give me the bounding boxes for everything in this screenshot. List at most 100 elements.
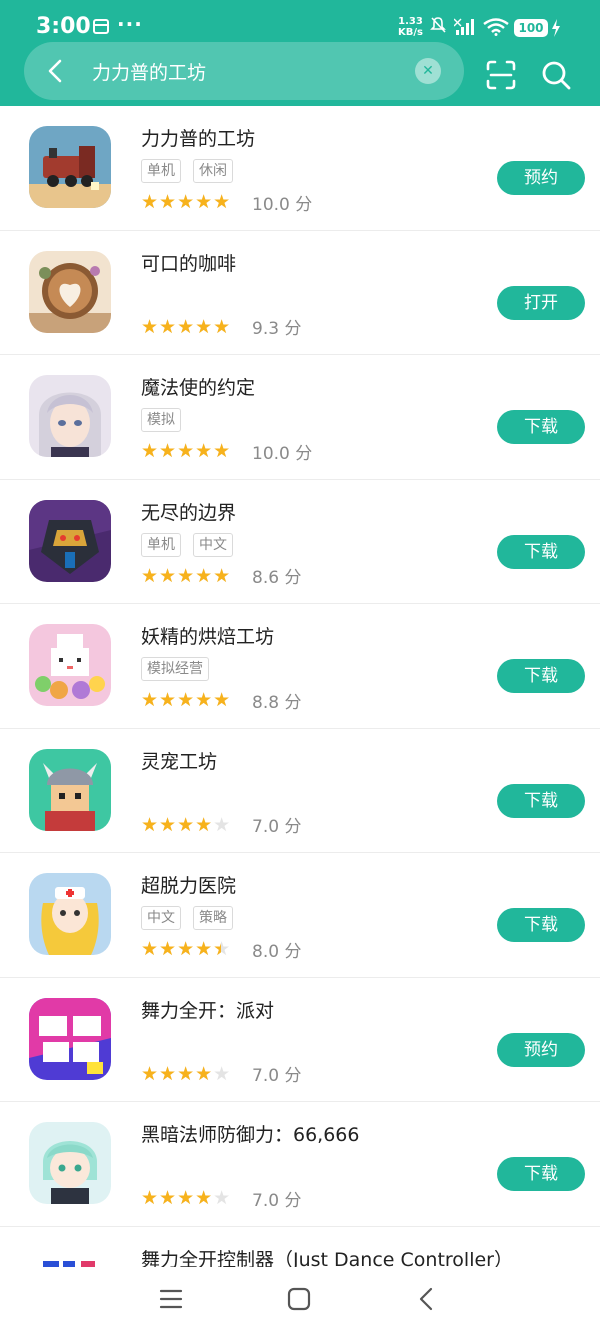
search-results-list: 力力普的工坊 单机 休闲 ★★★★★ ★★★★★ 10.0 分预约 可口的咖啡 ★★★★★ ★★… [0, 106, 600, 1267]
search-result-item[interactable]: 魔法使的约定 模拟 ★★★★★ ★★★★★ 10.0 分 下载 [0, 355, 600, 480]
app-name[interactable]: 舞力全开：派对 [141, 996, 274, 1023]
star-rating-filled: ★★★★★ [141, 814, 211, 835]
search-result-item[interactable]: 妖精的烘焙工坊 模拟经营 ★★★★★ ★★★★★ 8.8 分 下载 [0, 604, 600, 729]
category-tag: 策略 [193, 906, 233, 930]
app-name[interactable]: 力力普的工坊 [141, 124, 255, 151]
horned-helmet-warrior-game-icon[interactable] [29, 748, 111, 831]
app-name[interactable]: 舞力全开控制器（Just Dance Controller） [141, 1245, 513, 1268]
search-result-item[interactable]: 舞力全开：派对 ★★★★★★★★★★ 7.0 分 预约 [0, 978, 600, 1102]
tag-list: 单机 中文 [141, 532, 233, 557]
rating-score: 8.6 分 [252, 568, 302, 588]
star-rating-filled: ★★★★★ [141, 1188, 211, 1208]
star-rating: ★★★★★★★★★★ [141, 566, 241, 586]
network-speed-value: 1.33 [398, 16, 423, 27]
nurse-character-game-icon[interactable] [29, 873, 111, 955]
armored-robot-game-icon[interactable] [29, 499, 111, 582]
action-button[interactable]: 预约 [497, 1032, 585, 1067]
action-button[interactable]: 下载 [497, 410, 585, 444]
more-notifications-icon: ··· [117, 12, 143, 36]
rating-score: 10.0 分 [252, 194, 313, 215]
search-result-item[interactable]: 灵宠工坊 ★★★★★★★★★★ 7.0 分 下载 [0, 729, 600, 853]
search-result-item[interactable]: 舞力全开控制器（Just Dance Controller） [0, 1227, 600, 1268]
star-rating-filled: ★★★★★ [141, 441, 232, 461]
rating: ★★★★★★★★★★ 7.0 分 [141, 1063, 301, 1087]
rating: ★★★★★★★★★★ 7.0 分 [141, 814, 302, 838]
action-button[interactable]: 下载 [497, 783, 585, 818]
app-name[interactable]: 黑暗法师防御力：66,666 [141, 1120, 359, 1147]
star-rating: ★★★★★★★★★★ [141, 815, 241, 835]
notification-muted-icon [430, 17, 446, 33]
wifi-icon [483, 18, 509, 36]
search-bar: ✕ [24, 42, 464, 100]
category-tag: 中文 [141, 906, 181, 930]
calendar-notification-icon [93, 19, 109, 34]
action-button[interactable]: 下载 [497, 534, 585, 569]
latte-art-coffee-game-icon[interactable] [29, 250, 111, 333]
back-arrow-icon[interactable] [44, 58, 68, 84]
rating: ★★★★★★★★★★ 7.0 分 [141, 1187, 301, 1211]
app-name[interactable]: 妖精的烘焙工坊 [141, 622, 274, 649]
search-result-item[interactable]: 力力普的工坊 单机 休闲 ★★★★★ ★★★★★ 10.0 分 预约 [0, 106, 600, 231]
pixel-baker-cat-game-icon[interactable] [29, 624, 111, 706]
star-rating: ★★★★★★★★★★ [141, 939, 241, 959]
tag-list: 模拟 [141, 408, 181, 432]
network-speed: 1.33 KB/s [398, 16, 423, 38]
star-rating-filled: ★★★★★ [141, 939, 221, 959]
search-result-item[interactable]: 可口的咖啡 ★★★★★ ★★★★★ 9.3 分 打开 [0, 231, 600, 355]
category-tag: 模拟经营 [141, 657, 209, 681]
star-rating: ★★★★★★★★★★ [141, 690, 241, 710]
star-rating-filled: ★★★★★ [141, 690, 231, 710]
action-button[interactable]: 下载 [497, 659, 585, 693]
app-name[interactable]: 无尽的边界 [141, 498, 236, 525]
network-speed-unit: KB/s [398, 27, 423, 38]
star-rating-filled: ★★★★★ [141, 1063, 211, 1084]
star-rating-filled: ★★★★★ [141, 565, 231, 586]
rating-score: 7.0 分 [252, 817, 302, 837]
category-tag: 单机 [141, 532, 181, 557]
action-button[interactable]: 打开 [497, 285, 585, 320]
search-result-item[interactable]: 超脱力医院中文策略 ★★★★★★★★★★ 8.0 分 下载 [0, 853, 600, 978]
scan-icon[interactable] [486, 60, 516, 90]
just-dance-controller-app-icon[interactable] [29, 1246, 111, 1267]
category-tag: 休闲 [193, 159, 233, 183]
anime-character-game-icon[interactable] [29, 375, 111, 457]
search-icon[interactable] [540, 59, 572, 91]
app-name[interactable]: 超脱力医院 [141, 871, 236, 898]
rating-score: 8.0 分 [252, 941, 302, 962]
star-rating: ★★★★★★★★★★ [141, 317, 241, 337]
star-rating: ★★★★★★★★★★ [141, 1064, 241, 1084]
category-tag: 中文 [193, 532, 233, 557]
search-input[interactable] [92, 54, 412, 88]
action-button[interactable]: 下载 [497, 1157, 585, 1191]
tag-list: 单机 休闲 [141, 159, 233, 183]
menu-icon[interactable] [158, 1286, 184, 1312]
top-bar: 3:00 ··· 1.33 KB/s 100 力力普的工坊 ✕ [0, 0, 600, 106]
rating-score: 8.8 分 [252, 692, 302, 713]
star-rating-filled: ★★★★★ [141, 316, 231, 337]
action-button[interactable]: 预约 [497, 161, 585, 195]
just-dance-logo-icon[interactable] [29, 997, 111, 1080]
clear-search-button[interactable]: ✕ [415, 58, 441, 84]
chibi-mage-game-icon[interactable] [29, 1122, 111, 1204]
app-name[interactable]: 魔法使的约定 [141, 373, 255, 400]
home-icon[interactable] [286, 1286, 312, 1312]
star-rating-filled: ★★★★★ [141, 192, 232, 212]
rating: ★★★★★ ★★★★★ 9.3 分 [141, 316, 302, 340]
search-result-item[interactable]: 无尽的边界单机 中文 ★★★★★ ★★★★★ 8.6 分 下载 [0, 480, 600, 604]
star-rating: ★★★★★★★★★★ [141, 1188, 241, 1208]
tag-list: 中文 策略 [141, 906, 233, 930]
star-rating: ★★★★★★★★★★ [141, 192, 241, 212]
rating: ★★★★★ ★★★★★ 8.6 分 [141, 565, 302, 589]
app-name[interactable]: 灵宠工坊 [141, 747, 217, 774]
back-nav-icon[interactable] [414, 1286, 440, 1312]
action-button[interactable]: 下载 [497, 908, 585, 942]
status-time: 3:00 [36, 14, 91, 39]
rating: ★★★★★ ★★★★★ 8.8 分 [141, 689, 302, 713]
rating-score: 9.3 分 [252, 319, 302, 339]
app-name[interactable]: 可口的咖啡 [141, 249, 236, 276]
search-result-item[interactable]: 黑暗法师防御力：66,666 ★★★★★★★★★★ 7.0 分 下载 [0, 1102, 600, 1227]
star-rating: ★★★★★★★★★★ [141, 441, 241, 461]
charging-icon [552, 19, 560, 37]
railway-train-game-icon[interactable] [29, 126, 111, 208]
rating: ★★★★★ ★★★★★ 10.0 分 [141, 191, 313, 215]
